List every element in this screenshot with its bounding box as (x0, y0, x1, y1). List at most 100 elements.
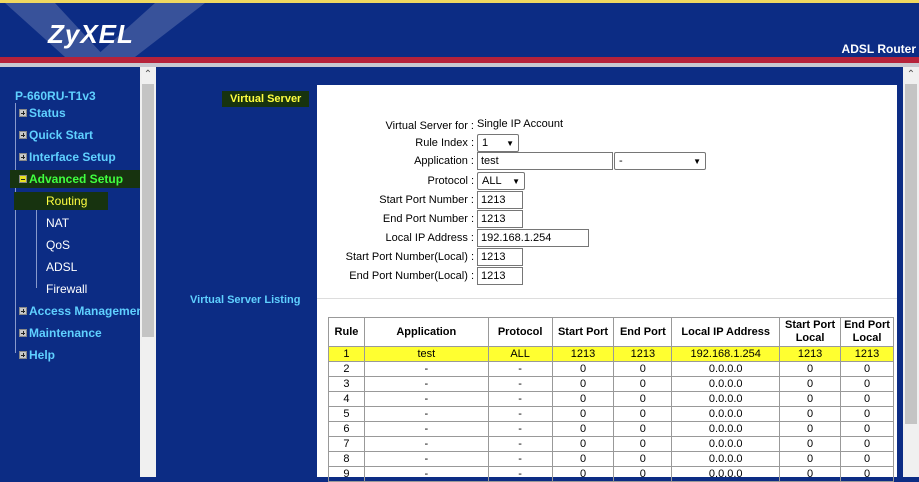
table-row[interactable]: 3- -0 0 0.0.0.0 0 0 (328, 376, 894, 392)
table-cell: 1213 (551, 346, 615, 362)
rule-index-select[interactable]: 1 ▼ (477, 134, 519, 152)
table-cell: 0.0.0.0 (671, 376, 781, 392)
table-cell: ALL (487, 346, 553, 362)
chevron-down-icon: ▼ (506, 138, 514, 148)
label: Status (29, 106, 66, 120)
application-input[interactable]: test (477, 152, 613, 170)
column-header: Protocol (487, 317, 553, 347)
sidebar-subitem-routing[interactable]: Routing (16, 194, 106, 208)
table-row[interactable]: 8- -0 0 0.0.0.0 0 0 (328, 451, 894, 467)
virtual-server-table: Rule Application Protocol Start Port End Por… (328, 317, 894, 482)
column-header: Rule (328, 317, 365, 347)
table-row[interactable]: 2- -0 0 0.0.0.0 0 0 (328, 361, 894, 377)
table-cell: 0 (551, 376, 615, 392)
sidebar-item-quick-start[interactable]: Quick Start (19, 128, 93, 142)
table-cell: 0 (613, 436, 673, 452)
sidebar-item-maintenance[interactable]: Maintenance (19, 326, 102, 340)
table-cell: 1 (328, 346, 365, 362)
sidebar-subitem-firewall[interactable]: Firewall (46, 282, 87, 296)
label: Start Port Number : (379, 194, 474, 206)
main-scrollbar[interactable]: ⌃ (903, 67, 919, 477)
label: Access Management (29, 304, 140, 318)
device-model[interactable]: P-660RU-T1v3 (15, 89, 96, 103)
expand-icon (19, 131, 27, 139)
sidebar-subitem-adsl[interactable]: ADSL (46, 260, 77, 274)
table-row[interactable]: 4- -0 0 0.0.0.0 0 0 (328, 391, 894, 407)
sidebar-item-interface-setup[interactable]: Interface Setup (19, 150, 116, 164)
scroll-up-icon[interactable]: ⌃ (903, 67, 919, 83)
column-header: Application (363, 317, 489, 347)
table-cell: 0 (613, 451, 673, 467)
table-cell: 4 (328, 391, 365, 407)
sidebar-item-help[interactable]: Help (19, 348, 55, 362)
end-port-local-input[interactable]: 1213 (477, 267, 523, 285)
sidebar: P-660RU-T1v3 Status Quick Start Interfac… (2, 67, 154, 477)
expand-icon (19, 307, 27, 315)
value: - (619, 155, 623, 167)
start-port-local-input[interactable]: 1213 (477, 248, 523, 266)
table-cell: 1213 (613, 346, 673, 362)
table-cell: 0 (551, 421, 615, 437)
table-row[interactable]: 5- -0 0 0.0.0.0 0 0 (328, 406, 894, 422)
sidebar-subitem-qos[interactable]: QoS (46, 238, 70, 252)
value: Single IP Account (477, 118, 564, 130)
sidebar-item-advanced-setup[interactable]: Advanced Setup (12, 172, 154, 186)
table-cell: - (363, 451, 489, 467)
start-port-input[interactable]: 1213 (477, 191, 523, 209)
table-cell: test (363, 346, 489, 362)
protocol-select[interactable]: ALL ▼ (477, 172, 525, 190)
table-cell: - (363, 406, 489, 422)
table-cell: 0 (840, 391, 894, 407)
table-cell: - (363, 361, 489, 377)
sidebar-subitem-nat[interactable]: NAT (46, 216, 69, 230)
table-cell: - (487, 466, 553, 482)
table-row[interactable]: 7- -0 0 0.0.0.0 0 0 (328, 436, 894, 452)
scrollbar-thumb[interactable] (905, 84, 917, 424)
end-port-local-row: End Port Number(Local) :1213 (317, 267, 897, 286)
label: Protocol : (427, 175, 474, 187)
table-row[interactable]: 6- -0 0 0.0.0.0 0 0 (328, 421, 894, 437)
table-header: Rule Application Protocol Start Port End Por… (328, 317, 894, 347)
table-cell: 7 (328, 436, 365, 452)
table-cell: 0 (551, 391, 615, 407)
table-cell: 0 (779, 421, 842, 437)
table-cell: 8 (328, 451, 365, 467)
table-cell: 1213 (779, 346, 842, 362)
divider (317, 298, 897, 299)
local-ip-input[interactable]: 192.168.1.254 (477, 229, 589, 247)
label: Help (29, 348, 56, 362)
table-cell: - (363, 436, 489, 452)
table-cell: 192.168.1.254 (671, 346, 781, 362)
header: ZyXEL ADSL Router (0, 3, 919, 57)
column-header: Start Port (551, 317, 615, 347)
table-cell: 0 (613, 376, 673, 392)
table-row[interactable]: 9- -0 0 0.0.0.0 0 0 (328, 466, 894, 482)
scrollbar-thumb[interactable] (142, 84, 154, 337)
table-cell: 2 (328, 361, 365, 377)
end-port-input[interactable]: 1213 (477, 210, 523, 228)
table-cell: 0 (840, 361, 894, 377)
zyxel-logo: ZyXEL (48, 19, 134, 49)
label: End Port Number(Local) : (349, 270, 474, 282)
sidebar-item-status[interactable]: Status (19, 106, 66, 120)
rule-index-row: Rule Index :1 ▼ (317, 134, 897, 153)
sidebar-item-access-management[interactable]: Access Management (19, 304, 140, 318)
table-cell: 0 (840, 406, 894, 422)
tree-line (15, 103, 16, 353)
table-cell: 0 (840, 421, 894, 437)
table-cell: 0 (613, 391, 673, 407)
scroll-up-icon[interactable]: ⌃ (140, 67, 156, 83)
table-cell: 3 (328, 376, 365, 392)
table-cell: 0.0.0.0 (671, 421, 781, 437)
table-cell: 0 (779, 466, 842, 482)
chevron-down-icon: ▼ (512, 176, 520, 186)
sidebar-scrollbar[interactable]: ⌃ (140, 67, 156, 477)
expand-icon (19, 329, 27, 337)
table-cell: 0 (840, 466, 894, 482)
product-name: ADSL Router (841, 42, 916, 56)
application-preset-select[interactable]: - ▼ (614, 152, 706, 170)
expand-icon (19, 109, 27, 117)
table-row[interactable]: 1 test ALL 1213 1213 192.168.1.254 1213 1213 (328, 346, 894, 362)
label: Quick Start (29, 128, 94, 142)
table-cell: 0.0.0.0 (671, 391, 781, 407)
